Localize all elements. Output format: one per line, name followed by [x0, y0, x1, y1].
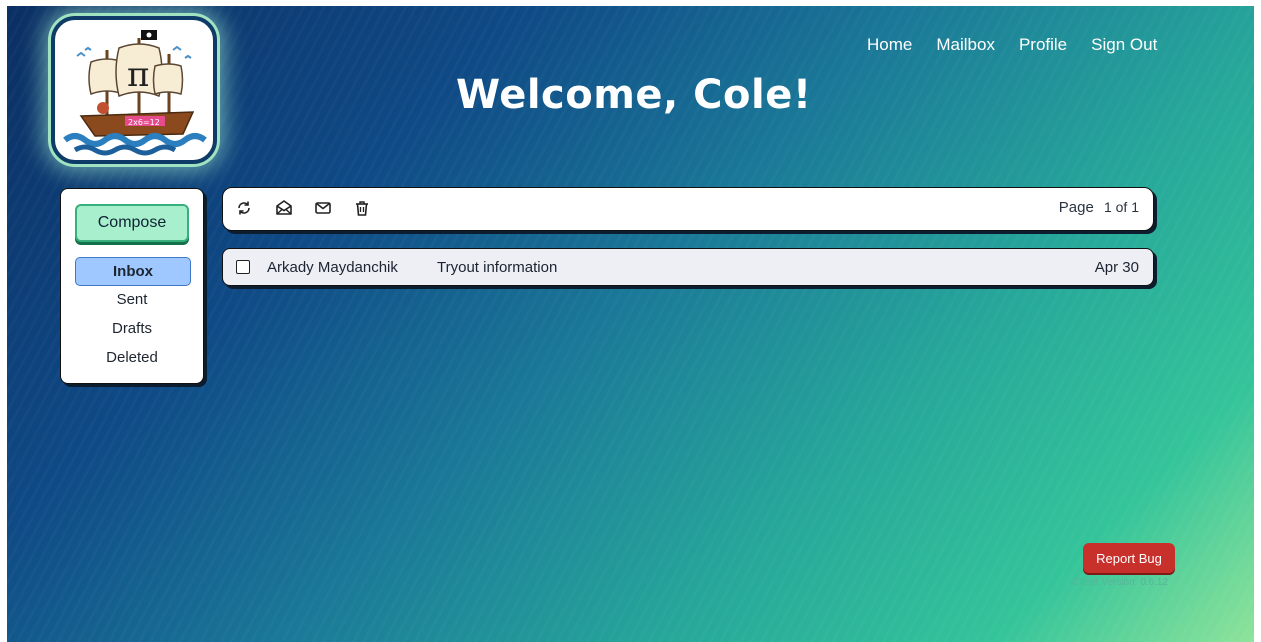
nav-profile-link[interactable]: Profile: [1019, 35, 1067, 55]
message-checkbox[interactable]: [236, 260, 250, 274]
message-row[interactable]: Arkady Maydanchik Tryout information Apr…: [222, 248, 1154, 286]
folder-drafts[interactable]: Drafts: [75, 315, 189, 343]
app-window: π 2x6=12 Welcome, Cole! Home Mailbox Pro…: [7, 6, 1254, 642]
svg-text:π: π: [127, 55, 149, 95]
folder-deleted[interactable]: Deleted: [75, 344, 189, 372]
page-label: Page: [1058, 199, 1094, 216]
nav-sign-out-link[interactable]: Sign Out: [1091, 35, 1157, 55]
mark-unread-icon[interactable]: [314, 199, 332, 217]
message-sender: Arkady Maydanchik: [267, 259, 398, 276]
pirate-ship-logo-icon: π 2x6=12: [63, 30, 207, 156]
nav-mailbox-link[interactable]: Mailbox: [936, 35, 995, 55]
message-subject: Tryout information: [437, 259, 558, 276]
top-nav: Home Mailbox Profile Sign Out: [867, 35, 1181, 55]
pagination: Page 1 of 1: [1059, 199, 1139, 216]
folder-inbox[interactable]: Inbox: [75, 257, 191, 286]
nav-home-link[interactable]: Home: [867, 35, 912, 55]
compose-button[interactable]: Compose: [75, 204, 189, 242]
message-date: Apr 30: [1094, 259, 1139, 276]
page-value: 1 of 1: [1103, 199, 1139, 215]
trash-icon[interactable]: [353, 199, 371, 217]
mail-toolbar: Page 1 of 1: [222, 187, 1154, 231]
refresh-icon[interactable]: [235, 199, 253, 217]
mail-sidebar: Compose Inbox Sent Drafts Deleted: [60, 188, 204, 384]
logo[interactable]: π 2x6=12: [51, 16, 217, 164]
welcome-heading: Welcome, Cole!: [456, 72, 812, 118]
folder-sent[interactable]: Sent: [75, 286, 189, 314]
client-version: Client Version: 0.6.12: [1072, 577, 1168, 588]
mark-read-icon[interactable]: [275, 199, 293, 217]
svg-text:2x6=12: 2x6=12: [128, 118, 160, 127]
report-bug-button[interactable]: Report Bug: [1083, 543, 1175, 573]
